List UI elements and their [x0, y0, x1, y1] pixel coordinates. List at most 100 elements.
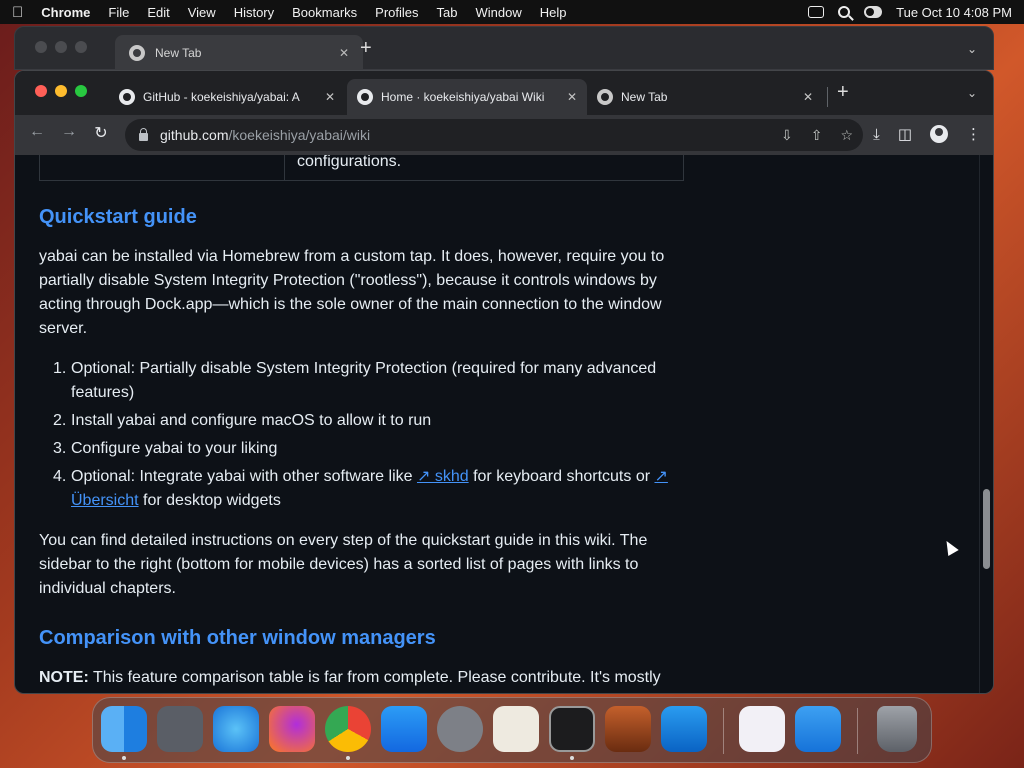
- downloads-icon[interactable]: ⤓: [873, 126, 880, 143]
- background-browser-window[interactable]: New Tab ✕ + ⌄: [14, 26, 994, 71]
- bookmark-star-icon[interactable]: ☆: [840, 127, 853, 144]
- comparison-heading[interactable]: Comparison with other window managers: [39, 626, 436, 650]
- inactive-window-controls: [35, 41, 87, 53]
- running-indicator: [122, 756, 126, 760]
- browser-window: GitHub - koekeishiya/yabai: A ✕ Home · k…: [14, 70, 994, 694]
- list-item: 3. Configure yabai to your liking: [53, 440, 278, 457]
- scrollbar-thumb[interactable]: [983, 489, 990, 569]
- quickstart-steps-list: 1. Optional: Partially disable System Int…: [39, 357, 689, 517]
- new-tab-plus-icon[interactable]: +: [360, 37, 372, 60]
- note-paragraph: NOTE: This feature comparison table is f…: [39, 666, 689, 690]
- trash-icon[interactable]: [877, 706, 917, 752]
- dock-divider: [723, 708, 724, 754]
- menu-bookmarks[interactable]: Bookmarks: [292, 5, 357, 20]
- quickstart-paragraph: yabai can be installed via Homebrew from…: [39, 248, 665, 337]
- back-arrow-icon[interactable]: ←: [25, 123, 49, 141]
- dock: [92, 697, 932, 763]
- step-text: Install yabai and configure macOS to all…: [71, 412, 432, 429]
- quickstart-heading[interactable]: Quickstart guide: [39, 205, 197, 229]
- chrome-menu-kebab-icon[interactable]: ⋮: [966, 125, 981, 143]
- menu-profiles[interactable]: Profiles: [375, 5, 418, 20]
- chrome-icon: [129, 45, 145, 61]
- garageband-icon[interactable]: [605, 706, 651, 752]
- dock-divider: [857, 708, 858, 754]
- weather-icon[interactable]: [795, 706, 841, 752]
- menu-view[interactable]: View: [188, 5, 216, 20]
- safari-icon[interactable]: [213, 706, 259, 752]
- spotlight-search-icon[interactable]: [838, 6, 851, 18]
- close-tab-icon[interactable]: ✕: [339, 46, 349, 60]
- menu-help[interactable]: Help: [540, 5, 567, 20]
- profile-avatar-icon[interactable]: [930, 125, 948, 143]
- minimize-window-button[interactable]: [55, 85, 67, 97]
- tab-separator: [827, 87, 828, 107]
- system-settings-icon[interactable]: [437, 706, 483, 752]
- menu-tab[interactable]: Tab: [437, 5, 458, 20]
- firefox-icon[interactable]: [269, 706, 315, 752]
- step-text: for desktop widgets: [138, 492, 281, 509]
- wiki-page-content: configurations. Quickstart guide yabai c…: [15, 155, 981, 693]
- tab-title: New Tab: [155, 46, 202, 60]
- step-text: Configure yabai to your liking: [71, 440, 278, 457]
- tab-search-chevron-icon[interactable]: ⌄: [967, 42, 977, 56]
- note-label: NOTE:: [39, 669, 89, 686]
- close-tab-icon[interactable]: ✕: [325, 90, 335, 104]
- table-cell-divider: [284, 155, 285, 180]
- tab-search-chevron-icon[interactable]: ⌄: [967, 86, 977, 100]
- tab-title: Home · koekeishiya/yabai Wiki: [381, 90, 545, 104]
- app-store-icon[interactable]: [381, 706, 427, 752]
- menu-file[interactable]: File: [108, 5, 129, 20]
- menubar-clock[interactable]: Tue Oct 10 4:08 PM: [896, 5, 1012, 20]
- terminal-icon[interactable]: [549, 706, 595, 752]
- list-item: 2. Install yabai and configure macOS to a…: [53, 412, 432, 429]
- step-text: for keyboard shortcuts or: [468, 468, 655, 485]
- chrome-icon[interactable]: [325, 706, 371, 752]
- tab-new-tab[interactable]: New Tab ✕: [587, 79, 823, 115]
- install-app-icon[interactable]: ⇩: [781, 127, 793, 144]
- background-tab-new-tab[interactable]: New Tab ✕: [115, 35, 363, 71]
- menu-app-name[interactable]: Chrome: [41, 5, 90, 20]
- close-window-button[interactable]: [35, 85, 47, 97]
- launchpad-icon[interactable]: [157, 706, 203, 752]
- vertical-scrollbar[interactable]: [979, 155, 993, 693]
- visual-studio-icon[interactable]: [739, 706, 785, 752]
- close-tab-icon[interactable]: ✕: [803, 90, 813, 104]
- control-center-icon[interactable]: [864, 6, 883, 18]
- address-bar[interactable]: github.com /koekeishiya/yabai/wiki ⇩ ⇧ ☆: [125, 119, 863, 151]
- note-text: This feature comparison table is far fro…: [88, 669, 661, 686]
- list-item: 1. Optional: Partially disable System Int…: [53, 360, 657, 401]
- table-cell-text: configurations.: [297, 155, 402, 170]
- lock-icon[interactable]: [139, 128, 148, 141]
- side-panel-icon[interactable]: ◫: [898, 125, 912, 143]
- screen-mirroring-icon[interactable]: [808, 6, 825, 18]
- window-controls: [35, 85, 87, 97]
- tab-title: New Tab: [621, 90, 668, 104]
- new-tab-plus-icon[interactable]: +: [837, 81, 849, 104]
- close-tab-icon[interactable]: ✕: [567, 90, 577, 104]
- reload-icon[interactable]: ↻: [89, 123, 113, 143]
- url-path: /koekeishiya/yabai/wiki: [228, 127, 371, 143]
- menu-edit[interactable]: Edit: [147, 5, 169, 20]
- finder-icon[interactable]: [101, 706, 147, 752]
- tab-yabai-wiki[interactable]: Home · koekeishiya/yabai Wiki ✕: [347, 79, 587, 115]
- skhd-link[interactable]: ↗ skhd: [417, 468, 469, 485]
- running-indicator: [570, 756, 574, 760]
- textedit-icon[interactable]: [493, 706, 539, 752]
- share-icon[interactable]: ⇧: [811, 127, 823, 144]
- chrome-icon: [597, 89, 613, 105]
- tab-github-yabai[interactable]: GitHub - koekeishiya/yabai: A ✕: [109, 79, 345, 115]
- apple-icon[interactable]: : [12, 4, 23, 21]
- browser-toolbar: ← → ↻ github.com /koekeishiya/yabai/wiki…: [15, 115, 993, 155]
- menu-history[interactable]: History: [234, 5, 274, 20]
- step-text: Optional: Partially disable System Integ…: [71, 360, 657, 401]
- menu-window[interactable]: Window: [476, 5, 522, 20]
- details-paragraph: You can find detailed instructions on ev…: [39, 532, 648, 597]
- forward-arrow-icon[interactable]: →: [57, 123, 81, 141]
- fullscreen-window-button[interactable]: [75, 85, 87, 97]
- vscode-icon[interactable]: [661, 706, 707, 752]
- menu-bar:  Chrome File Edit View History Bookmark…: [0, 0, 1024, 24]
- running-indicator: [346, 756, 350, 760]
- github-icon: [119, 89, 135, 105]
- table-row: configurations.: [39, 155, 684, 181]
- github-icon: [357, 89, 373, 105]
